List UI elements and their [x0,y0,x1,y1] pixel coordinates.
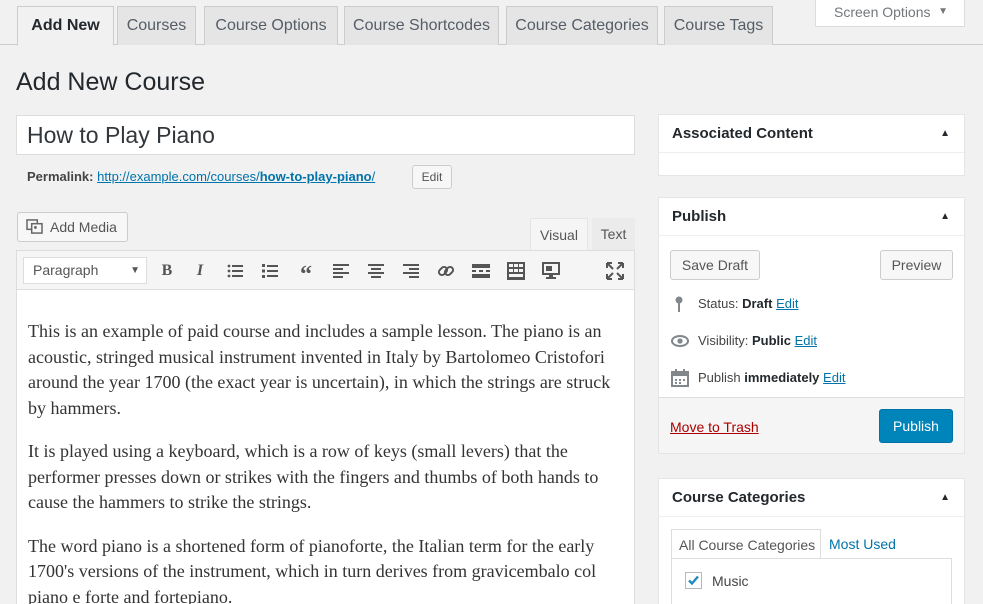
publish-button[interactable]: Publish [879,409,953,443]
add-media-icon [26,219,43,234]
add-media-button[interactable]: Add Media [17,212,128,242]
tab-courses[interactable]: Courses [117,6,196,45]
add-media-label: Add Media [50,219,117,235]
visibility-edit-link[interactable]: Edit [795,333,817,348]
associated-content-title: Associated Content [672,125,813,142]
collapse-arrow-icon[interactable]: ▲ [940,115,950,153]
publish-label: Publish [698,370,741,385]
editor-toolbar: Paragraph ▼ B I “ [16,250,635,290]
publish-actions: Move to Trash Publish [659,397,964,453]
editor-tab-visual[interactable]: Visual [530,218,588,250]
course-categories-header[interactable]: Course Categories ▲ [659,479,964,517]
permalink-base: http://example.com/courses/ [97,169,260,184]
format-select[interactable]: Paragraph ▼ [23,257,147,284]
blockquote-icon[interactable]: “ [295,260,317,288]
editor-paragraph: The word piano is a shortened form of pi… [28,535,597,604]
permalink-row: Permalink: http://example.com/courses/ho… [27,167,375,187]
permalink-trailing: / [371,169,376,184]
publish-header[interactable]: Publish ▲ [659,198,964,236]
fullscreen-icon[interactable] [604,260,626,282]
bold-icon[interactable]: B [156,260,178,282]
save-draft-button[interactable]: Save Draft [670,250,760,280]
category-item-music[interactable]: Music [685,571,749,591]
tab-course-categories[interactable]: Course Categories [506,6,658,45]
status-edit-link[interactable]: Edit [776,296,798,311]
status-label: Status: [698,296,739,311]
editor-paragraph: This is an example of paid course and in… [28,321,611,418]
pin-icon [675,296,683,312]
editor-content[interactable]: This is an example of paid course and in… [16,290,635,604]
eye-icon [671,335,689,347]
category-checkbox[interactable] [685,572,702,589]
category-label: Music [712,573,749,589]
editor-tab-text[interactable]: Text [592,218,635,250]
move-to-trash-link[interactable]: Move to Trash [670,419,759,435]
align-center-icon[interactable] [365,260,387,282]
publish-value: immediately [744,370,820,385]
tab-course-options[interactable]: Course Options [204,6,338,45]
bulleted-list-icon[interactable] [224,260,246,282]
publish-date-edit-link[interactable]: Edit [823,370,845,385]
page-title: Add New Course [16,68,205,96]
status-value: Draft [742,296,773,311]
checkmark-icon [688,575,699,586]
publish-box: Publish ▲ Save Draft Preview Status: Dra… [658,197,965,454]
permalink-slug: how-to-play-piano [259,169,372,184]
preview-button[interactable]: Preview [880,250,953,280]
screen-options-label: Screen Options [834,4,931,20]
collapse-arrow-icon[interactable]: ▲ [940,479,950,517]
align-right-icon[interactable] [400,260,422,282]
publish-date-row: Publish immediately Edit [671,368,845,388]
tab-all-categories[interactable]: All Course Categories [671,529,821,559]
numbered-list-icon[interactable] [259,260,281,282]
status-row: Status: Draft Edit [671,294,798,314]
tab-add-new[interactable]: Add New [17,6,114,46]
screen-options-button[interactable]: Screen Options ▼ [815,0,965,27]
publish-title: Publish [672,208,727,225]
tab-course-shortcodes[interactable]: Course Shortcodes [344,6,499,45]
course-categories-title: Course Categories [672,489,806,506]
visibility-row: Visibility: Public Edit [671,331,817,351]
permalink-url[interactable]: http://example.com/courses/how-to-play-p… [97,169,375,184]
caret-down-icon: ▼ [938,6,948,17]
distraction-free-icon[interactable] [540,260,562,282]
editor-paragraph: It is played using a keyboard, which is … [28,441,599,512]
align-left-icon[interactable] [330,260,352,282]
course-categories-box: Course Categories ▲ All Course Categorie… [658,478,965,604]
permalink-label: Permalink: [27,169,94,184]
tab-most-used[interactable]: Most Used [829,529,896,559]
visibility-value: Public [751,333,791,348]
associated-content-box: Associated Content ▲ [658,114,965,176]
caret-down-icon: ▼ [130,265,140,276]
calendar-icon [671,369,689,387]
read-more-icon[interactable] [470,260,492,282]
permalink-edit-button[interactable]: Edit [412,165,452,189]
italic-icon[interactable]: I [189,260,211,282]
collapse-arrow-icon[interactable]: ▲ [940,198,950,236]
category-checklist: Music [671,558,952,604]
toolbar-toggle-icon[interactable] [505,260,527,282]
visibility-label: Visibility: [698,333,749,348]
format-select-value: Paragraph [33,262,99,278]
associated-content-header[interactable]: Associated Content ▲ [659,115,964,153]
post-title-input[interactable] [16,115,635,155]
insert-link-icon[interactable] [435,260,457,282]
tab-course-tags[interactable]: Course Tags [664,6,773,45]
